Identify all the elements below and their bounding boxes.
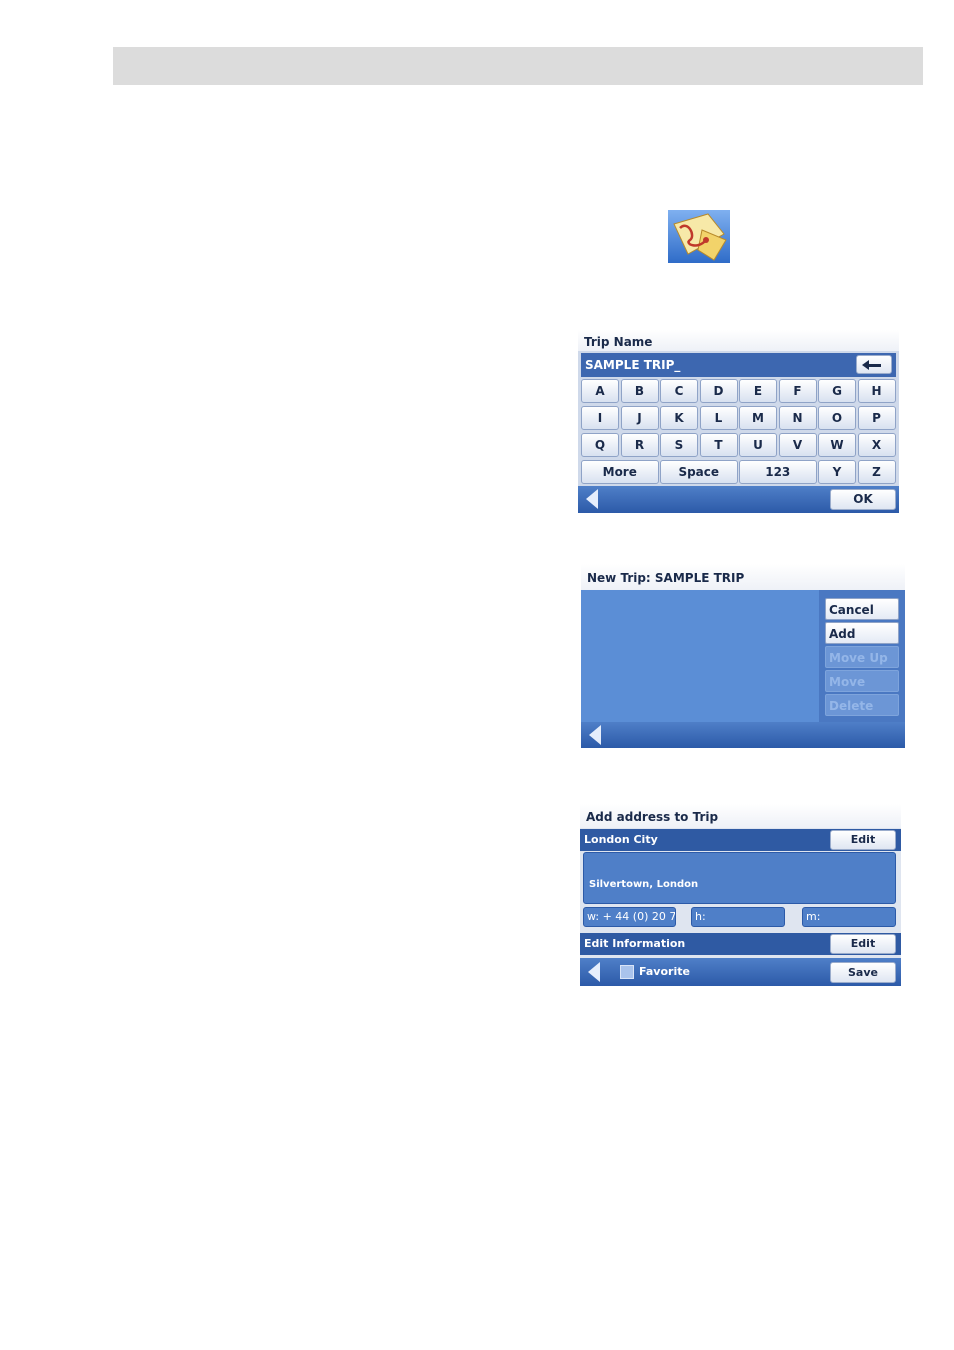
trip-name-value: SAMPLE TRIP_ [585, 358, 681, 372]
back-arrow-icon[interactable] [586, 489, 598, 509]
bottom-nav-bar [581, 722, 905, 748]
key[interactable]: L [699, 406, 738, 430]
add-address-screen: Add address to Trip London City Edit Sil… [580, 804, 901, 986]
key[interactable]: D [699, 379, 738, 403]
phone-row: w: + 44 (0) 20 76 h: m: [580, 907, 901, 929]
place-name: London City [584, 833, 658, 846]
trip-action-menu: Cancel Add Move Up Move Down Delete [819, 590, 905, 722]
screen-title: New Trip: SAMPLE TRIP [581, 564, 905, 590]
back-arrow-icon[interactable] [588, 962, 600, 982]
key[interactable]: T [699, 433, 738, 457]
add-button[interactable]: Add [825, 622, 899, 644]
name-row: London City Edit [580, 829, 901, 851]
key[interactable]: U [739, 433, 777, 457]
address-text: Silvertown, London [589, 879, 699, 890]
key[interactable]: K [660, 406, 698, 430]
screen-title: Trip Name [578, 330, 899, 351]
move-down-button[interactable]: Move Down [825, 670, 899, 711]
key[interactable]: W [818, 433, 856, 457]
key[interactable]: C [660, 379, 698, 403]
edit-information-button[interactable]: Edit [830, 934, 896, 954]
key[interactable]: O [818, 406, 856, 430]
key[interactable]: E [739, 379, 777, 403]
key[interactable]: H [857, 379, 896, 403]
trip-planner-icon [668, 210, 730, 263]
work-phone-field[interactable]: w: + 44 (0) 20 76 [583, 907, 676, 927]
numbers-key[interactable]: 123 [739, 460, 817, 484]
trip-name-keyboard-screen: Trip Name SAMPLE TRIP_ A B C D E F G H I… [578, 330, 899, 513]
key[interactable]: B [620, 379, 659, 403]
key[interactable]: Z [857, 460, 896, 484]
bottom-nav-bar: OK [578, 486, 899, 513]
address-display: Silvertown, London [583, 852, 896, 904]
edit-name-button[interactable]: Edit [830, 830, 896, 850]
key[interactable]: V [778, 433, 817, 457]
trip-name-input[interactable]: SAMPLE TRIP_ [581, 353, 896, 377]
key[interactable]: R [620, 433, 659, 457]
key[interactable]: S [660, 433, 698, 457]
info-row: Edit Information Edit [580, 933, 901, 955]
more-key[interactable]: More [581, 460, 659, 484]
edit-information-label: Edit Information [584, 937, 686, 950]
new-trip-screen: New Trip: SAMPLE TRIP Cancel Add Move Up… [581, 564, 905, 748]
key[interactable]: N [778, 406, 817, 430]
key[interactable]: A [581, 379, 619, 403]
cancel-button[interactable]: Cancel [825, 598, 899, 620]
delete-button[interactable]: Delete [825, 694, 899, 716]
favorite-checkbox[interactable] [620, 965, 634, 979]
key[interactable]: Q [581, 433, 619, 457]
trip-destination-list[interactable] [581, 590, 817, 722]
move-up-button[interactable]: Move Up [825, 646, 899, 668]
key[interactable]: Y [818, 460, 856, 484]
key[interactable]: M [739, 406, 777, 430]
key[interactable]: J [620, 406, 659, 430]
key[interactable]: F [778, 379, 817, 403]
key[interactable]: G [818, 379, 856, 403]
key[interactable]: X [857, 433, 896, 457]
back-arrow-icon[interactable] [589, 725, 601, 745]
space-key[interactable]: Space [660, 460, 738, 484]
ok-button[interactable]: OK [830, 489, 896, 510]
backspace-button[interactable] [856, 355, 892, 374]
bottom-nav-bar: Favorite Save [580, 958, 901, 986]
favorite-label: Favorite [639, 965, 690, 978]
key[interactable]: I [581, 406, 619, 430]
mobile-phone-field[interactable]: m: [802, 907, 896, 927]
key[interactable]: P [857, 406, 896, 430]
section-header-bar [113, 47, 923, 85]
save-button[interactable]: Save [830, 962, 896, 983]
home-phone-field[interactable]: h: [691, 907, 785, 927]
screen-title: Add address to Trip [580, 804, 901, 828]
